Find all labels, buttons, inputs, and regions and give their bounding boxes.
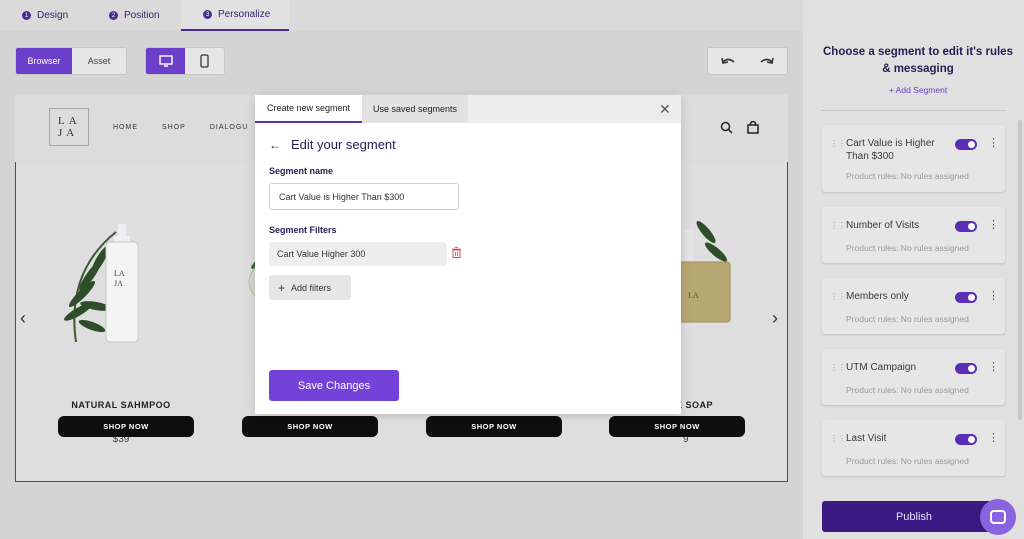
view-type-toggle: Browser Asset bbox=[15, 47, 127, 75]
panel-divider bbox=[821, 110, 1006, 111]
tab-use-saved-segments[interactable]: Use saved segments bbox=[362, 95, 468, 123]
add-filters-button[interactable]: + Add filters bbox=[269, 275, 351, 300]
step-personalize[interactable]: 3 Personalize bbox=[181, 0, 289, 31]
add-filters-label: Add filters bbox=[291, 282, 332, 293]
shop-now-button[interactable]: SHOP NOW bbox=[609, 416, 745, 437]
more-options-icon[interactable]: ⋮ bbox=[988, 360, 999, 373]
segment-rules: Product rules: No rules assigned bbox=[846, 456, 969, 466]
drag-handle-icon[interactable]: ⋮⋮ bbox=[830, 363, 846, 372]
segment-filters-label: Segment Filters bbox=[269, 225, 337, 235]
modal-tabs: Create new segment Use saved segments bbox=[255, 95, 681, 123]
svg-text:JA: JA bbox=[114, 279, 123, 288]
history-toggle bbox=[707, 47, 788, 75]
step-label: Personalize bbox=[218, 9, 271, 20]
phone-icon bbox=[200, 54, 209, 68]
segment-rules: Product rules: No rules assigned bbox=[846, 243, 969, 253]
step-design[interactable]: 1 Design bbox=[0, 0, 91, 31]
segment-card[interactable]: ⋮⋮ Members only ⋮ Product rules: No rule… bbox=[822, 278, 1005, 334]
chat-launcher[interactable] bbox=[980, 499, 1016, 535]
undo-button[interactable] bbox=[708, 48, 748, 74]
nav-link-home[interactable]: HOME bbox=[113, 124, 138, 131]
segment-card[interactable]: ⋮⋮ Cart Value is Higher Than $300 ⋮ Prod… bbox=[822, 125, 1005, 192]
drag-handle-icon[interactable]: ⋮⋮ bbox=[830, 434, 846, 443]
asset-button[interactable]: Asset bbox=[72, 48, 126, 74]
step-number: 1 bbox=[22, 11, 31, 20]
shop-now-button[interactable]: SHOP NOW bbox=[242, 416, 378, 437]
product-card: LA JA NATURAL SAHMPOO $39 bbox=[46, 192, 196, 445]
site-nav-icons bbox=[720, 121, 759, 134]
publish-button[interactable]: Publish bbox=[822, 501, 1006, 532]
shop-now-button[interactable]: SHOP NOW bbox=[58, 416, 194, 437]
more-options-icon[interactable]: ⋮ bbox=[988, 136, 999, 149]
modal-header: ← Edit your segment bbox=[269, 137, 396, 152]
segment-filter-chip[interactable]: Cart Value Higher 300 bbox=[269, 242, 447, 266]
modal-title: Edit your segment bbox=[291, 137, 396, 152]
redo-icon bbox=[760, 57, 775, 64]
segment-name: Cart Value is Higher Than $300 bbox=[846, 138, 935, 162]
segment-toggle[interactable] bbox=[955, 292, 977, 303]
step-label: Design bbox=[37, 10, 69, 21]
more-options-icon[interactable]: ⋮ bbox=[988, 289, 999, 302]
save-changes-button[interactable]: Save Changes bbox=[269, 370, 399, 401]
segment-toggle[interactable] bbox=[955, 434, 977, 445]
segment-toggle[interactable] bbox=[955, 363, 977, 374]
segment-name-input[interactable]: Cart Value is Higher Than $300 bbox=[269, 183, 459, 210]
more-options-icon[interactable]: ⋮ bbox=[988, 431, 999, 444]
add-segment-link[interactable]: + Add Segment bbox=[823, 85, 1013, 95]
nav-link-dialogue[interactable]: DIALOGU bbox=[210, 124, 249, 131]
drag-handle-icon[interactable]: ⋮⋮ bbox=[830, 292, 846, 301]
carousel-prev-icon[interactable]: ‹ bbox=[20, 308, 26, 329]
segment-name: Members only bbox=[846, 291, 909, 302]
drag-handle-icon[interactable]: ⋮⋮ bbox=[830, 139, 846, 148]
segment-toggle[interactable] bbox=[955, 139, 977, 150]
segment-name-label: Segment name bbox=[269, 166, 334, 176]
step-number: 2 bbox=[109, 11, 118, 20]
site-nav-links: HOME SHOP DIALOGU bbox=[113, 124, 248, 131]
svg-text:LA: LA bbox=[114, 269, 125, 278]
edit-segment-modal: Create new segment Use saved segments ✕ … bbox=[255, 95, 681, 414]
mobile-button[interactable] bbox=[185, 48, 224, 74]
search-icon[interactable] bbox=[720, 121, 733, 134]
drag-handle-icon[interactable]: ⋮⋮ bbox=[830, 221, 846, 230]
trash-icon[interactable] bbox=[452, 247, 461, 258]
steps-bar: 1 Design 2 Position 3 Personalize bbox=[0, 0, 803, 31]
nav-link-shop[interactable]: SHOP bbox=[162, 124, 186, 131]
site-logo: LA JA bbox=[49, 108, 89, 146]
panel-title: Choose a segment to edit it's rules & me… bbox=[823, 46, 1013, 75]
product-image: LA JA bbox=[64, 224, 139, 343]
step-number: 3 bbox=[203, 10, 212, 19]
segment-card[interactable]: ⋮⋮ Number of Visits ⋮ Product rules: No … bbox=[822, 207, 1005, 263]
segment-toggle[interactable] bbox=[955, 221, 977, 232]
segment-card[interactable]: ⋮⋮ UTM Campaign ⋮ Product rules: No rule… bbox=[822, 349, 1005, 405]
browser-button[interactable]: Browser bbox=[16, 48, 72, 74]
device-toggle bbox=[145, 47, 225, 75]
segment-rules: Product rules: No rules assigned bbox=[846, 385, 969, 395]
segment-name: Last Visit bbox=[846, 433, 887, 444]
shop-now-button[interactable]: SHOP NOW bbox=[426, 416, 562, 437]
tab-create-new-segment[interactable]: Create new segment bbox=[255, 95, 362, 123]
monitor-icon bbox=[158, 55, 173, 67]
product-name: NATURAL SAHMPOO bbox=[71, 400, 171, 410]
more-options-icon[interactable]: ⋮ bbox=[988, 218, 999, 231]
undo-icon bbox=[720, 57, 735, 64]
segment-name: Number of Visits bbox=[846, 220, 920, 231]
segment-rules: Product rules: No rules assigned bbox=[846, 314, 969, 324]
redo-button[interactable] bbox=[748, 48, 788, 74]
segment-rules: Product rules: No rules assigned bbox=[846, 171, 969, 181]
segment-name: UTM Campaign bbox=[846, 362, 917, 373]
chat-icon bbox=[990, 510, 1006, 524]
plus-icon: + bbox=[278, 280, 286, 295]
svg-text:LA: LA bbox=[688, 291, 699, 300]
shopping-bag-icon[interactable] bbox=[747, 121, 759, 134]
desktop-button[interactable] bbox=[146, 48, 185, 74]
segment-card[interactable]: ⋮⋮ Last Visit ⋮ Product rules: No rules … bbox=[822, 420, 1005, 476]
close-icon[interactable]: ✕ bbox=[659, 101, 671, 118]
step-position[interactable]: 2 Position bbox=[91, 0, 181, 31]
back-arrow-icon[interactable]: ← bbox=[269, 138, 281, 152]
step-label: Position bbox=[124, 10, 160, 21]
carousel-next-icon[interactable]: › bbox=[772, 308, 778, 329]
panel-scrollbar[interactable] bbox=[1018, 120, 1022, 420]
